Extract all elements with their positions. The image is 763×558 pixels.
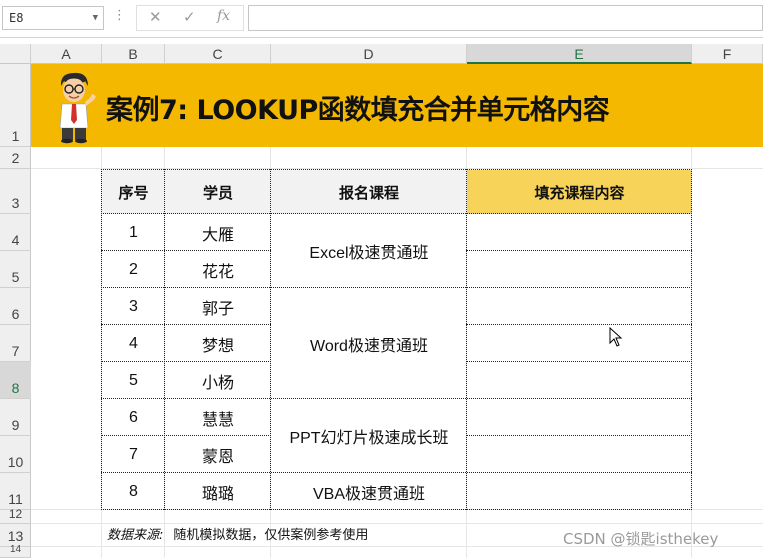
row-header-1[interactable]: 1 <box>0 64 31 147</box>
cancel-icon[interactable]: ✕ <box>149 8 162 26</box>
column-header-b[interactable]: B <box>102 44 165 64</box>
formula-input[interactable] <box>248 5 763 31</box>
table-border <box>101 435 271 436</box>
cartoon-man-thumbs-up-icon <box>52 70 98 144</box>
column-header-e[interactable]: E <box>467 44 692 64</box>
enter-icon[interactable]: ✓ <box>183 8 196 26</box>
table-border <box>101 250 271 251</box>
table-border <box>466 250 692 251</box>
cell-student[interactable]: 璐璐 <box>165 473 271 510</box>
table-border <box>101 472 692 473</box>
table-border <box>101 213 692 214</box>
table-border <box>466 169 467 510</box>
select-all-corner[interactable] <box>0 44 31 64</box>
cell-student[interactable]: 慧慧 <box>165 399 271 436</box>
column-headers: A B C D E F <box>0 44 763 64</box>
cell-student[interactable]: 小杨 <box>165 362 271 399</box>
header-index[interactable]: 序号 <box>102 170 165 214</box>
cell-student[interactable]: 梦想 <box>165 325 271 362</box>
cell-student[interactable]: 蒙恩 <box>165 436 271 473</box>
cell-student[interactable]: 花花 <box>165 251 271 288</box>
watermark: CSDN @锁匙isthekey <box>563 530 719 548</box>
header-course[interactable]: 报名课程 <box>271 170 467 214</box>
table-border <box>101 169 102 510</box>
cell-index[interactable]: 1 <box>102 214 165 251</box>
cell-fill-course-selected[interactable] <box>467 362 692 399</box>
more-vertical-icon[interactable]: ⋮ <box>113 8 126 23</box>
insert-function-icon[interactable]: fx <box>217 8 230 24</box>
column-header-f[interactable]: F <box>692 44 763 64</box>
banner-title: 案例7: LOOKUP函数填充合并单元格内容 <box>106 95 610 126</box>
cell-fill-course[interactable] <box>467 325 692 362</box>
name-box-value: E8 <box>9 11 24 25</box>
cell-fill-course[interactable] <box>467 436 692 473</box>
cell-index[interactable]: 7 <box>102 436 165 473</box>
cell-course-merged[interactable]: Excel极速贯通班 <box>271 214 467 288</box>
cell-fill-course[interactable] <box>467 473 692 510</box>
row-header-6[interactable]: 6 <box>0 288 31 325</box>
cell-course-merged[interactable]: Word极速贯通班 <box>271 288 467 399</box>
header-fill-course[interactable]: 填充课程内容 <box>467 170 692 214</box>
table-border <box>101 169 692 170</box>
row-header-7[interactable]: 7 <box>0 325 31 362</box>
mouse-cursor-icon <box>609 326 623 351</box>
table-border <box>101 361 271 362</box>
row-header-9[interactable]: 9 <box>0 399 31 436</box>
cell-index[interactable]: 2 <box>102 251 165 288</box>
cell-fill-course[interactable] <box>467 251 692 288</box>
cell-index[interactable]: 5 <box>102 362 165 399</box>
table-border <box>691 169 692 510</box>
cell-fill-course[interactable] <box>467 214 692 251</box>
table-border <box>101 509 692 510</box>
footnote-label: 数据来源: <box>107 528 164 543</box>
row-header-5[interactable]: 5 <box>0 251 31 288</box>
footnote-text: 随机模拟数据，仅供案例参考使用 <box>173 528 369 543</box>
cell-index[interactable]: 8 <box>102 473 165 510</box>
cell-index[interactable]: 6 <box>102 399 165 436</box>
column-header-d[interactable]: D <box>271 44 467 64</box>
row-header-11[interactable]: 11 <box>0 473 31 510</box>
row-header-2[interactable]: 2 <box>0 147 31 169</box>
row-header-10[interactable]: 10 <box>0 436 31 473</box>
footnote: 数据来源: 随机模拟数据，仅供案例参考使用 <box>107 524 368 543</box>
chevron-down-icon[interactable]: ▼ <box>93 13 98 23</box>
table-border <box>270 169 271 510</box>
column-header-c[interactable]: C <box>165 44 271 64</box>
header-student[interactable]: 学员 <box>165 170 271 214</box>
formula-bar: E8 ▼ ⋮ ✕ ✓ fx <box>0 0 763 38</box>
table-border <box>466 324 692 325</box>
table-border <box>101 324 271 325</box>
cell-index[interactable]: 4 <box>102 325 165 362</box>
row-header-8[interactable]: 8 <box>0 362 31 399</box>
name-box[interactable]: E8 ▼ <box>2 6 104 30</box>
table-border <box>101 287 692 288</box>
cell-fill-course[interactable] <box>467 288 692 325</box>
row-header-3[interactable]: 3 <box>0 169 31 214</box>
cell-index[interactable]: 3 <box>102 288 165 325</box>
cell-student[interactable]: 大雁 <box>165 214 271 251</box>
row-header-14[interactable]: 14 <box>0 544 31 558</box>
cell-fill-course[interactable] <box>467 399 692 436</box>
table-border <box>164 169 165 510</box>
table-border <box>466 435 692 436</box>
column-header-a[interactable]: A <box>31 44 102 64</box>
table-border <box>466 361 692 362</box>
cell-student[interactable]: 郭子 <box>165 288 271 325</box>
table-border <box>101 398 692 399</box>
formula-buttons: ✕ ✓ fx <box>136 5 244 31</box>
row-header-12[interactable]: 12 <box>0 507 31 524</box>
row-header-4[interactable]: 4 <box>0 214 31 251</box>
cell-course-merged[interactable]: PPT幻灯片极速成长班 <box>271 399 467 473</box>
cell-course-merged[interactable]: VBA极速贯通班 <box>271 473 467 510</box>
